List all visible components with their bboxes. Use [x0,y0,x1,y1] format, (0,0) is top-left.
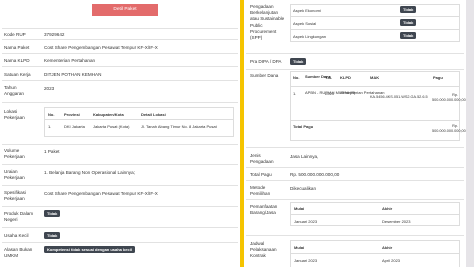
sumber-dana-header-no: No. [293,75,300,80]
spp-aspek-ekonomi-name: Aspek Ekonomi [293,8,321,13]
sumber-dana-total-label: Total Pagu [293,124,314,129]
lokasi-header-provinsi: Provinsi [64,112,80,117]
divider [246,199,464,200]
divider [2,53,238,54]
lokasi-row-detail: Jl. Tanah Abang Timur No. 8 Jakarta Pusa… [141,124,217,129]
sumber-dana-header-klpd: KLPD [340,75,351,80]
alasan-bukan-umkm-label: Alasan Bukan UMKM [4,247,33,258]
spesifikasi-value: Cost Share Pengembangan Pesawat Tempur K… [44,191,158,196]
spesifikasi-label: Spesifikasi Pekerjaan [4,190,26,201]
spp-aspek-ekonomi-badge: Tidak [400,6,417,13]
divider [2,206,238,207]
divider [246,167,464,168]
spp-aspek-sosial-badge: Tidak [400,19,417,26]
usaha-kecil-badge: Tidak [44,232,61,239]
metode-pemilihan-value: Dikecualikan [290,186,317,191]
divider [246,147,464,148]
lokasi-header-detail: Detail Lokasi [141,112,166,117]
kode-rup-value: 37929642 [44,32,65,37]
pra-dipa-badge: Tidak [290,58,307,65]
tahun-anggaran-label: Tahun Anggaran [4,85,24,96]
total-pagu-value: Rp. 500.000.000.000,00 [290,172,340,177]
divider [2,39,238,40]
jadwal-kontrak-row-mulai: Januari 2023 [294,258,318,263]
jadwal-kontrak-row-akhir: April 2023 [382,258,401,263]
produk-dalam-negeri-badge: Tidak [44,210,61,217]
tahun-anggaran-value: 2023 [44,86,55,91]
table-divider [290,214,460,215]
divider [2,144,238,145]
nama-paket-label: Nama Paket [4,45,30,50]
sumber-dana-header-mak: MAK [370,75,380,80]
jenis-pengadaan-value: Jasa Lainnya, [290,154,319,159]
pemanfaatan-label: Pemanfaatan Barang/Jasa [250,204,278,215]
sumber-dana-row-sumber: APBN - RUPIAH MURNI (R) [305,90,355,95]
sumber-dana-label: Sumber Dana [250,73,279,78]
volume-value: 1 Paket [44,149,60,154]
divider [2,66,238,67]
spp-aspek-lingkungan-name: Aspek Lingkungan [293,34,326,39]
lokasi-row-provinsi: DKI Jakarta [64,124,85,129]
nama-paket-value: Cost Share Pengembangan Pesawat Tempur K… [44,45,158,50]
jenis-pengadaan-label: Jenis Pengadaan [250,153,274,164]
spp-aspek-sosial-name: Aspek Sosial [293,21,317,26]
divider [2,185,238,186]
sumber-dana-total-value: Rp. 500.000.000.000,00 [432,124,466,133]
divider [2,28,238,29]
table-divider [290,16,460,17]
uraian-value: 1. Belanja Barang Non Operasional Lainny… [44,170,135,175]
lokasi-row-no: 1. [48,124,52,129]
lokasi-header-kabupaten: Kabupaten/Kota [93,112,124,117]
produk-dalam-negeri-label: Produk Dalam Negeri [4,211,34,222]
sumber-dana-header-ta: T.A. [325,75,333,80]
divider [2,242,238,243]
divider [246,69,464,70]
divider [246,235,464,236]
sumber-dana-row-pagu: Rp. 500.000.000.000,00 [432,93,466,102]
nama-klpd-value: Kementerian Pertahanan [44,58,96,63]
table-divider [290,120,460,121]
table-divider [290,86,460,87]
table-divider [290,253,460,254]
satuan-kerja-value: DITJEN POTHAN KEMHAN [44,72,102,77]
sumber-dana-row-ta: 2023 [325,91,334,96]
pengadaan-berkelanjutan-label: Pengadaan Berkelanjutan atau Sustainable… [250,4,285,41]
jadwal-kontrak-header-mulai: Mulai [294,245,305,250]
jadwal-kontrak-header-akhir: Akhir [382,245,393,250]
scrollbar-track[interactable] [466,0,474,267]
alasan-bukan-umkm-badge: Kompetensi tidak sesuai dengan usaha kec… [44,246,135,253]
usaha-kecil-label: Usaha Kecil [4,233,29,238]
uraian-label: Uraian Pekerjaan [4,169,25,180]
lokasi-pekerjaan-label: Lokasi Pekerjaan [4,109,25,120]
sumber-dana-row-no: 1. [293,91,297,96]
detil-paket-button[interactable]: Detil Paket [92,4,158,16]
volume-label: Volume Pekerjaan [4,148,25,159]
jadwal-kontrak-label: Jadwal Pelaksanaan Kontrak [250,241,277,258]
pra-dipa-label: Pra DIPA / DPA [250,59,282,64]
sumber-dana-header-sumber: Sumber Dana [305,74,331,79]
sumber-dana-row-klpd: Kementerian Pertahanan [340,90,385,95]
divider [246,53,464,54]
lokasi-header-no: No. [48,112,55,117]
table-divider [290,29,460,30]
nama-klpd-label: Nama KLPD [4,58,30,63]
divider [2,227,238,228]
total-pagu-label: Total Pagu [250,172,272,177]
satuan-kerja-label: Satuan Kerja [4,72,31,77]
sumber-dana-row-mak: KA.5456.4KS.051.WS2.GA.52.6.5 [370,95,428,99]
lokasi-row-kabupaten: Jakarta Pusat (Kota) [93,124,130,129]
spp-aspek-lingkungan-badge: Tidak [400,32,417,39]
sumber-dana-header-pagu: Pagu [433,75,443,80]
metode-pemilihan-label: Metode Pemilihan [250,185,271,196]
pemanfaatan-header-akhir: Akhir [382,206,393,211]
pemanfaatan-row-mulai: Januari 2023 [294,219,318,224]
pemanfaatan-row-akhir: Desember 2023 [382,219,411,224]
divider [2,102,238,103]
divider [2,80,238,81]
table-divider [44,119,234,120]
divider [2,164,238,165]
divider [246,180,464,181]
pemanfaatan-header-mulai: Mulai [294,206,305,211]
kode-rup-label: Kode RUP [4,32,26,37]
